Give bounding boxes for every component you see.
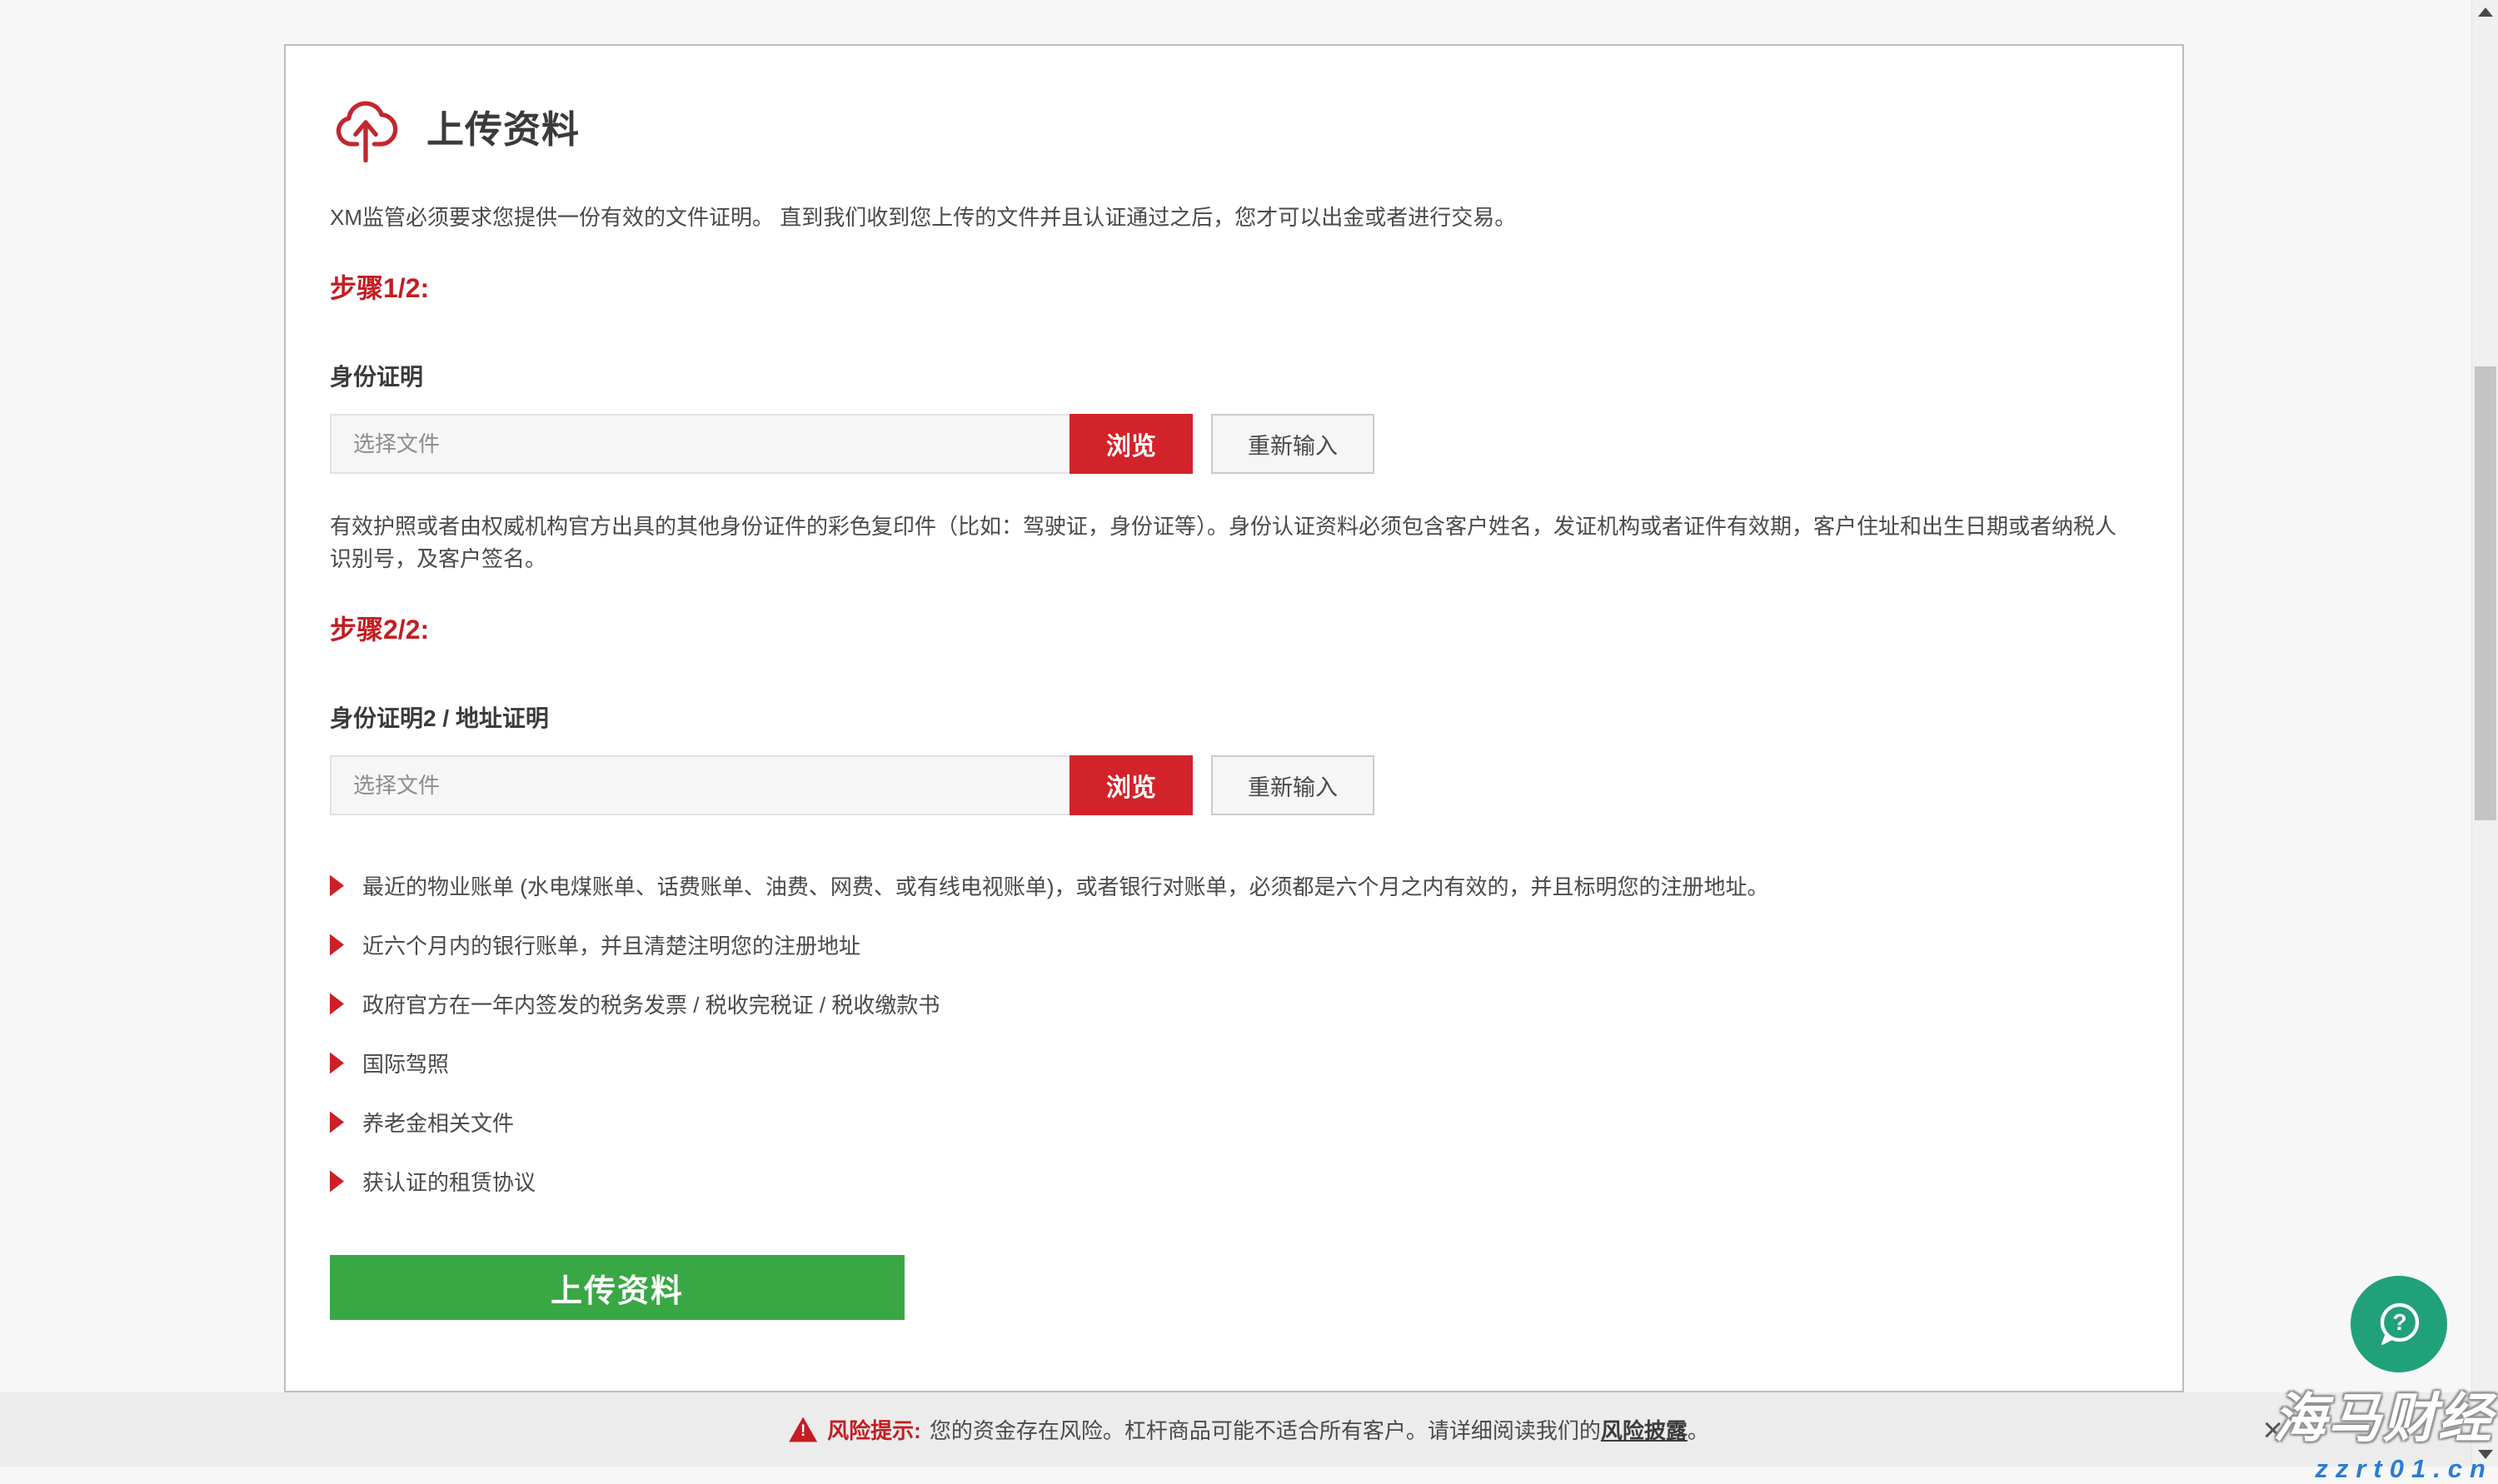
red-triangle-icon <box>330 1053 344 1074</box>
list-item-text: 养老金相关文件 <box>362 1107 514 1138</box>
list-item: 最近的物业账单 (水电煤账单、话费账单、油费、网费、或有线电视账单)，或者银行对… <box>330 870 2137 901</box>
list-item-text: 近六个月内的银行账单，并且清楚注明您的注册地址 <box>362 929 860 960</box>
step1-file-row: 浏览 重新输入 <box>330 414 2137 474</box>
help-chat-button[interactable]: ? <box>2351 1276 2447 1372</box>
step2-heading: 步骤2/2: <box>330 609 2137 647</box>
close-icon[interactable]: × <box>2262 1412 2283 1447</box>
step1-heading: 步骤1/2: <box>330 267 2137 306</box>
list-item-text: 政府官方在一年内签发的税务发票 / 税收完税证 / 税收缴款书 <box>362 989 940 1019</box>
step1-reset-button[interactable]: 重新输入 <box>1211 414 1374 474</box>
intro-text: XM监管必须要求您提供一份有效的文件证明。 直到我们收到您上传的文件并且认证通过… <box>330 201 2137 234</box>
step2-reset-button[interactable]: 重新输入 <box>1211 755 1374 815</box>
list-item-text: 最近的物业账单 (水电煤账单、话费账单、油费、网费、或有线电视账单)，或者银行对… <box>362 870 1769 901</box>
warning-triangle-icon: ! <box>789 1417 817 1442</box>
risk-warning-suffix: 。 <box>1688 1414 1709 1445</box>
svg-text:?: ? <box>2392 1309 2406 1335</box>
step1-description: 有效护照或者由权威机构官方出具的其他身份证件的彩色复印件（比如：驾驶证，身份证等… <box>330 510 2137 575</box>
cloud-upload-icon <box>330 89 401 162</box>
red-triangle-icon <box>330 934 344 956</box>
upload-documents-button[interactable]: 上传资料 <box>330 1255 905 1320</box>
page-title: 上传资料 <box>426 99 580 153</box>
step2-file-input[interactable] <box>330 755 1070 815</box>
risk-warning-bar: ! 风险提示: 您的资金存在风险。杠杆商品可能不适合所有客户。请详细阅读我们的 … <box>0 1392 2498 1467</box>
risk-warning-label: 风险提示: <box>827 1414 921 1445</box>
red-triangle-icon <box>330 1112 344 1133</box>
step2-file-row: 浏览 重新输入 <box>330 755 2137 815</box>
question-speech-bubble-icon: ? <box>2371 1297 2426 1352</box>
list-item: 政府官方在一年内签发的税务发票 / 税收完税证 / 税收缴款书 <box>330 989 2137 1019</box>
list-item: 养老金相关文件 <box>330 1107 2137 1138</box>
step2-field-label: 身份证明2 / 地址证明 <box>330 700 2137 734</box>
step1-browse-button[interactable]: 浏览 <box>1070 414 1193 474</box>
scroll-down-icon[interactable] <box>2478 1450 2493 1459</box>
risk-disclosure-link[interactable]: 风险披露 <box>1601 1414 1688 1445</box>
step2-browse-button[interactable]: 浏览 <box>1070 755 1193 815</box>
scroll-up-icon[interactable] <box>2478 7 2493 17</box>
red-triangle-icon <box>330 875 344 897</box>
upload-documents-card: 上传资料 XM监管必须要求您提供一份有效的文件证明。 直到我们收到您上传的文件并… <box>284 44 2184 1392</box>
list-item: 国际驾照 <box>330 1048 2137 1078</box>
step1-field-label: 身份证明 <box>330 359 2137 392</box>
page-header: 上传资料 <box>330 89 2137 162</box>
list-item-text: 国际驾照 <box>362 1048 449 1078</box>
list-item-text: 获认证的租赁协议 <box>362 1166 536 1197</box>
vertical-scrollbar[interactable] <box>2471 0 2498 1467</box>
list-item: 获认证的租赁协议 <box>330 1166 2137 1197</box>
step1-file-input[interactable] <box>330 414 1070 474</box>
list-item: 近六个月内的银行账单，并且清楚注明您的注册地址 <box>330 929 2137 960</box>
scrollbar-thumb[interactable] <box>2475 366 2496 820</box>
red-triangle-icon <box>330 1171 344 1193</box>
accepted-documents-list: 最近的物业账单 (水电煤账单、话费账单、油费、网费、或有线电视账单)，或者银行对… <box>330 870 2137 1197</box>
red-triangle-icon <box>330 993 344 1015</box>
risk-warning-text: 您的资金存在风险。杠杆商品可能不适合所有客户。请详细阅读我们的 <box>930 1414 1601 1445</box>
